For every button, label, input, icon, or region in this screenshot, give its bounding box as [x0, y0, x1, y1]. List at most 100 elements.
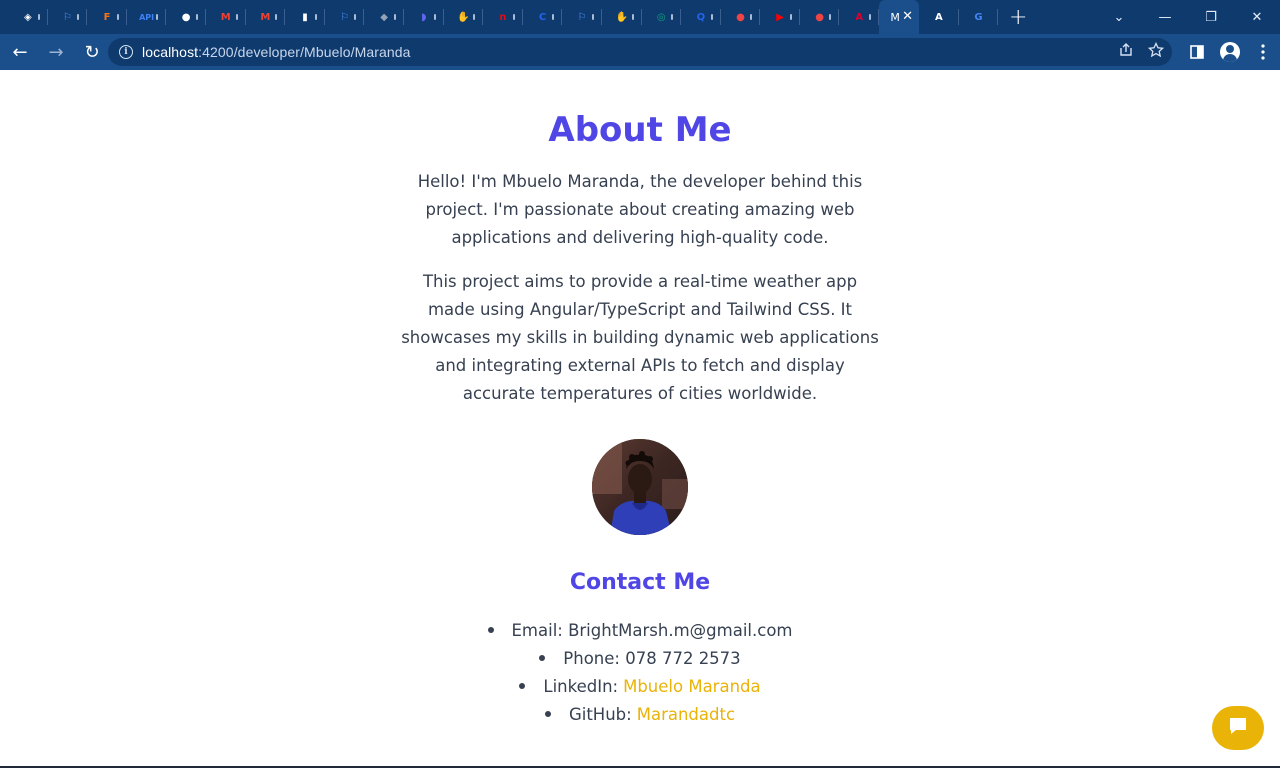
github-link[interactable]: Marandadtc	[637, 705, 735, 724]
browser-tab[interactable]: ⚐	[325, 0, 365, 34]
tab-overflow-marker	[750, 14, 753, 20]
chat-widget-button[interactable]	[1212, 706, 1264, 750]
tab-overflow-marker	[671, 14, 674, 20]
teams-icon: ◗	[421, 11, 427, 23]
browser-tab[interactable]: ✋	[444, 0, 484, 34]
tab-overflow-marker	[195, 14, 198, 20]
q-icon: Q	[696, 11, 706, 23]
contact-item-phone: Phone: 078 772 2573	[0, 644, 1280, 672]
layers-icon: ◆	[380, 11, 388, 23]
flag-icon: ⚐	[340, 11, 350, 23]
browser-tab[interactable]: A	[839, 0, 880, 34]
window-controls: ⌄ — ❐ ✕	[1096, 0, 1280, 34]
hand-icon: ✋	[615, 11, 628, 23]
back-button[interactable]: ←	[4, 36, 36, 68]
browser-tab[interactable]: ◎	[642, 0, 682, 34]
contact-list: Email: BrightMarsh.m@gmail.com Phone: 07…	[0, 616, 1280, 728]
browser-tab[interactable]: n	[483, 0, 523, 34]
tab-search-button[interactable]: ⌄	[1096, 0, 1142, 34]
tab-overflow-marker	[393, 14, 396, 20]
share-icon[interactable]	[1118, 42, 1134, 62]
browser-tab[interactable]: ◆	[364, 0, 404, 34]
about-title: About Me	[548, 110, 732, 150]
tabs-container: ◈ ⚐ F API ● M M ▮ ⚐ ◆ ◗ ✋ n C ⚐ ✋ ◎ Q ● ▶ ● A M ✕ A G +	[0, 0, 1038, 34]
tab-overflow-marker	[314, 14, 317, 20]
github-label: GitHub:	[568, 704, 632, 724]
tab-overflow-marker	[235, 14, 238, 20]
browser-tab[interactable]: ▮	[285, 0, 325, 34]
tab-overflow-marker	[552, 14, 555, 20]
bookmark-star-icon[interactable]	[1147, 41, 1165, 62]
browser-tab[interactable]: ◈	[8, 0, 48, 34]
url-path: :4200/developer/Mbuelo/Maranda	[198, 44, 411, 60]
contact-item-email: Email: BrightMarsh.m@gmail.com	[0, 616, 1280, 644]
bullet	[487, 627, 494, 633]
chat-bubble-icon	[1227, 715, 1249, 741]
tab-overflow-marker	[631, 14, 634, 20]
browser-tab[interactable]: A	[919, 0, 959, 34]
tab-overflow-marker	[354, 14, 357, 20]
tab-overflow-marker	[116, 14, 119, 20]
browser-tab[interactable]: G	[959, 0, 999, 34]
page-content: About Me Hello! I'm Mbuelo Maranda, the …	[0, 70, 1280, 768]
browser-tab[interactable]: C	[523, 0, 563, 34]
tab-overflow-marker	[156, 14, 159, 20]
tab-strip: ◈ ⚐ F API ● M M ▮ ⚐ ◆ ◗ ✋ n C ⚐ ✋ ◎ Q ● ▶ ● A M ✕ A G +	[0, 0, 1280, 34]
address-bar[interactable]: i localhost:4200/developer/Mbuelo/Marand…	[108, 38, 1172, 66]
reload-button[interactable]: ↻	[76, 36, 108, 68]
about-paragraph-project: This project aims to provide a real-time…	[401, 272, 879, 403]
site-info-icon[interactable]: i	[119, 45, 133, 59]
bullet	[544, 711, 551, 717]
angular-icon: A	[855, 11, 864, 23]
close-window-button[interactable]: ✕	[1234, 0, 1280, 34]
contact-item-linkedin: LinkedIn: Mbuelo Maranda	[0, 672, 1280, 700]
about-paragraph-intro: Hello! I'm Mbuelo Maranda, the developer…	[417, 172, 863, 247]
tab-overflow-marker	[710, 14, 713, 20]
contact-item-github: GitHub: Marandadtc	[0, 700, 1280, 728]
minimize-button[interactable]: —	[1142, 0, 1188, 34]
tab-overflow-marker	[473, 14, 476, 20]
linkedin-link[interactable]: Mbuelo Maranda	[623, 677, 761, 696]
a-logo-icon: A	[934, 11, 943, 23]
close-tab-icon[interactable]: ✕	[902, 9, 913, 24]
new-tab-button[interactable]: +	[998, 0, 1038, 34]
browser-tab[interactable]: ⚐	[562, 0, 602, 34]
browser-tab[interactable]: F	[87, 0, 127, 34]
active-tab[interactable]: M ✕	[879, 0, 920, 34]
github-icon: ●	[181, 11, 191, 23]
browser-tab[interactable]: ◗	[404, 0, 444, 34]
f-app-icon: F	[103, 11, 111, 23]
browser-tab[interactable]: ⚐	[48, 0, 88, 34]
menu-kebab-icon[interactable]	[1254, 43, 1272, 61]
circle-c-icon: C	[538, 11, 547, 23]
browser-tab[interactable]: ✋	[602, 0, 642, 34]
browser-tab[interactable]: ●	[166, 0, 206, 34]
browser-tab[interactable]: ●	[721, 0, 761, 34]
contact-phone-text: Phone: 078 772 2573	[563, 648, 741, 668]
browser-tab[interactable]: Q	[681, 0, 721, 34]
youtube-icon: ▶	[776, 11, 784, 23]
gmail-icon: M	[220, 11, 231, 23]
browser-tab[interactable]: API	[127, 0, 167, 34]
forward-button[interactable]: →	[40, 36, 72, 68]
flag-icon: ⚐	[577, 11, 587, 23]
browser-tab[interactable]: ●	[800, 0, 840, 34]
url-text[interactable]: localhost:4200/developer/Mbuelo/Maranda	[142, 44, 411, 60]
document-icon: ▮	[302, 11, 308, 23]
profile-avatar-icon[interactable]	[1220, 42, 1240, 62]
tab-overflow-marker	[77, 14, 80, 20]
green-hexagon-icon: ◈	[23, 11, 32, 23]
helmet-icon: ●	[815, 11, 825, 23]
browser-tab[interactable]: ▶	[760, 0, 800, 34]
browser-tab[interactable]: M	[246, 0, 286, 34]
restore-button[interactable]: ❐	[1188, 0, 1234, 34]
bullet	[519, 683, 526, 689]
tab-overflow-marker	[512, 14, 515, 20]
tab-overflow-marker	[829, 14, 832, 20]
url-host: localhost	[142, 44, 199, 60]
hand-icon: ✋	[457, 11, 470, 23]
bullet	[539, 655, 546, 661]
browser-tab[interactable]: M	[206, 0, 246, 34]
openai-icon: ◎	[656, 11, 666, 23]
side-panel-icon[interactable]	[1188, 43, 1206, 61]
